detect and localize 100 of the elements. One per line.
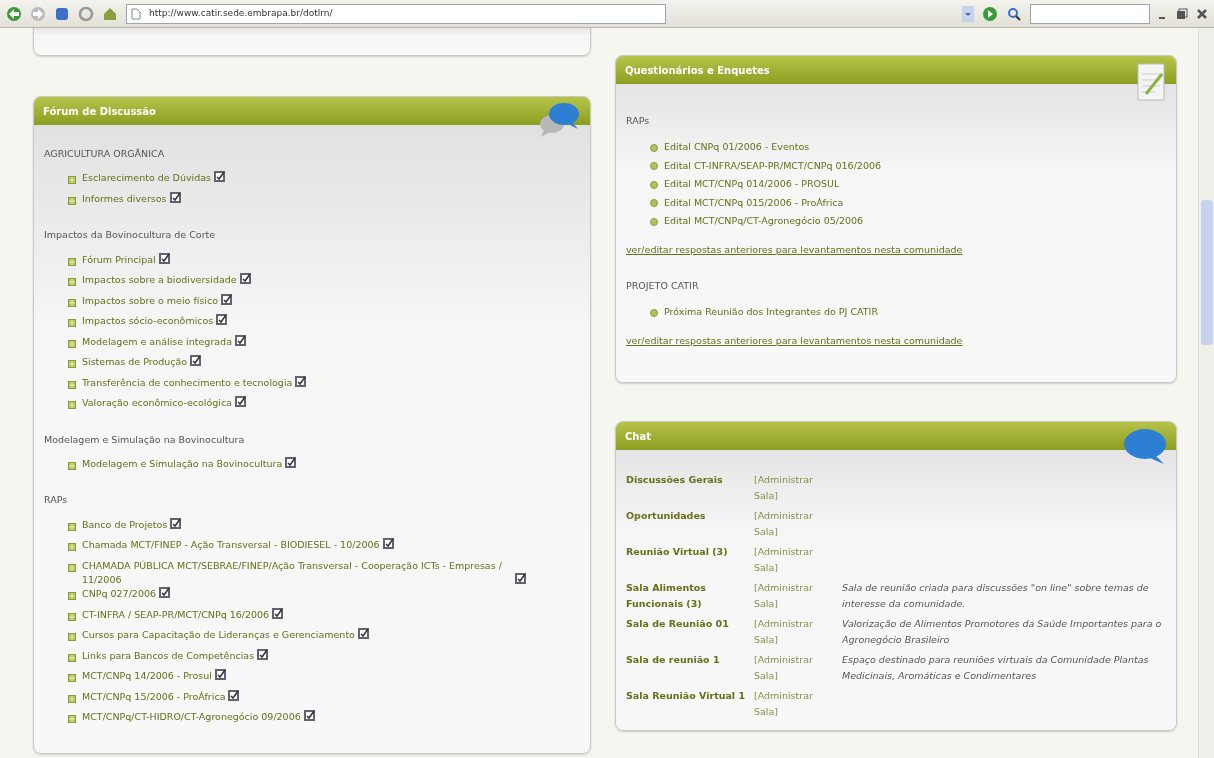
checkbox-icon[interactable] [303,710,315,721]
restore-icon[interactable] [1176,7,1188,20]
category-heading: RAPs [626,114,650,128]
search-icon[interactable] [1006,5,1022,22]
room-description: Valorização de Alimentos Promotores da Saúde Importantes para o Agronegócio Brasileiro [842,618,1162,645]
checkbox-icon[interactable] [159,587,171,598]
checkbox-icon[interactable] [215,669,226,680]
bullet-icon [68,612,76,621]
forum-link[interactable]: Banco de Projetos [82,517,168,532]
back-icon[interactable] [6,5,22,22]
admin-link[interactable]: [Administrar Sala] [754,688,836,720]
forum-link[interactable]: Impactos sócio-econômicos [82,314,214,329]
bullet-icon [68,653,76,662]
checkbox-icon[interactable] [228,689,240,701]
admin-link[interactable]: [Administrar Sala] [754,508,836,540]
stop-icon[interactable] [54,5,70,22]
bullet-icon [650,162,658,170]
room-name: Oportunidades [626,509,707,523]
address-bar[interactable]: http://www.catir.sede.embrapa.br/dotlrn/ [126,3,666,24]
panel-title: Chat [625,431,651,442]
close-icon[interactable] [1196,7,1208,20]
bullet-icon [68,176,76,185]
notepad-icon [1134,60,1168,104]
checkbox-icon[interactable] [221,293,233,305]
forum-link[interactable]: MCT/CNPq 14/2006 - Prosul [82,669,212,684]
forum-link[interactable]: Chamada MCT/FINEP - Ação Transversal - BIODIESEL - 10/2006 [82,538,380,553]
forum-link[interactable]: Modelagem e análise integrada [82,334,232,349]
category-heading: PROJETO CATIR [626,279,699,293]
room-name: Discussões Gerais [626,473,724,487]
bullet-icon [68,401,76,409]
checkbox-icon[interactable] [257,648,269,660]
category-heading: Impactos da Bovinocultura de Corte [44,228,216,243]
bullet-icon [650,308,658,317]
bullet-icon [68,543,76,551]
dropdown-icon[interactable] [962,5,974,22]
checkbox-icon[interactable] [170,517,182,529]
page-icon [131,7,141,20]
admin-link[interactable]: [Administrar Sala] [754,652,836,684]
forum-link[interactable]: MCT/CNPq/CT-HIDRO/CT-Agronegócio 09/2006 [82,710,301,725]
forum-link[interactable]: Esclarecimento de Dúvidas [82,171,211,186]
forum-link[interactable]: Informes diversos [82,191,167,206]
scroll-thumb[interactable] [1201,200,1213,345]
category-heading: Modelagem e Simulação na Bovinocultura [44,432,245,447]
checkbox-icon[interactable] [515,572,527,584]
checkbox-icon[interactable] [235,334,246,346]
home-icon[interactable] [102,5,118,22]
checkbox-icon[interactable] [158,252,170,264]
survey-link[interactable]: Edital CNPq 01/2006 - Eventos [664,140,810,155]
bullet-icon [650,180,658,189]
survey-link[interactable]: Edital MCT/CNPq 014/2006 - PROSUL [664,177,840,192]
survey-link[interactable]: Edital CT-INFRA/SEAP-PR/MCT/CNPq 016/2006 [664,158,882,174]
forum-link[interactable]: Cursos para Capacitação de Lideranças e Gerenciamento [82,628,355,643]
bullet-icon [68,360,76,368]
admin-link[interactable]: [Administrar Sala] [754,544,836,576]
bullet-icon [68,633,76,641]
checkbox-icon[interactable] [382,538,394,549]
bullet-icon [68,339,76,348]
checkbox-icon[interactable] [216,314,228,325]
search-field[interactable] [1030,3,1150,24]
room-name: Reunião Virtual (3) [626,545,729,559]
survey-link[interactable]: Edital MCT/CNPq/CT-Agronegócio 05/2006 [664,214,864,229]
forum-link[interactable]: Impactos sobre o meio físico [82,293,218,308]
checkbox-icon[interactable] [357,628,369,639]
forum-link[interactable]: Impactos sobre a biodiversidade [82,273,237,288]
go-icon[interactable] [982,5,998,22]
checkbox-icon[interactable] [234,396,246,407]
forum-link[interactable]: Modelagem e Simulação na Bovinocultura [82,456,283,471]
admin-link[interactable]: [Administrar Sala] [754,472,836,504]
checkbox-icon[interactable] [285,456,297,468]
room-name: Sala de Reunião 01 [626,617,730,631]
scrollbar[interactable] [1198,28,1214,758]
checkbox-icon[interactable] [214,171,226,183]
bullet-icon [68,694,76,703]
checkbox-icon[interactable] [190,355,202,366]
forum-link[interactable]: Transferência de conhecimento e tecnologia [82,375,293,390]
checkbox-icon[interactable] [295,375,307,387]
survey-link[interactable]: Edital MCT/CNPq 015/2006 - ProÁfrica [664,195,844,211]
forum-link[interactable]: MCT/CNPq 15/2006 - ProÁfrica [82,689,226,704]
checkbox-icon[interactable] [169,191,181,203]
checkbox-icon[interactable] [239,273,251,284]
forum-link[interactable]: Links para Bancos de Competências [82,648,255,663]
forum-link[interactable]: CT-INFRA / SEAP-PR/MCT/CNPq 16/2006 [82,607,270,622]
admin-link[interactable]: [Administrar Sala] [754,580,836,612]
forum-link[interactable]: CHAMADA PÚBLICA MCT/SEBRAE/FINEP/Ação Transversal - Cooperação ICTs - Empresas / 11/2006 [82,558,512,587]
bullet-icon [68,674,76,682]
bullet-icon [650,217,658,226]
bullet-icon [68,380,76,389]
history-link[interactable]: ver/editar respostas anteriores para levantamentos nesta comunidade [626,242,963,257]
survey-link[interactable]: Próxima Reunião dos Integrantes do PJ CATIR [664,305,879,320]
checkbox-icon[interactable] [272,607,284,619]
room-description: Espaço destinado para reuniões virtuais da Comunidade Plantas Medicinais, Aromáticas e Condimentares [842,654,1149,681]
panel-title: Questionários e Enquetes [625,65,770,76]
forum-link[interactable]: Fórum Principal [82,252,156,267]
forum-link[interactable]: Sistemas de Produção [82,355,188,370]
history-link[interactable]: ver/editar respostas anteriores para levantamentos nesta comunidade [626,333,963,348]
category-heading: RAPs [44,493,68,508]
bullet-icon [68,298,76,307]
admin-link[interactable]: [Administrar Sala] [754,616,836,648]
forum-link[interactable]: Valoração econômico-ecológica [82,396,232,411]
forum-link[interactable]: CNPq 027/2006 [82,587,157,602]
